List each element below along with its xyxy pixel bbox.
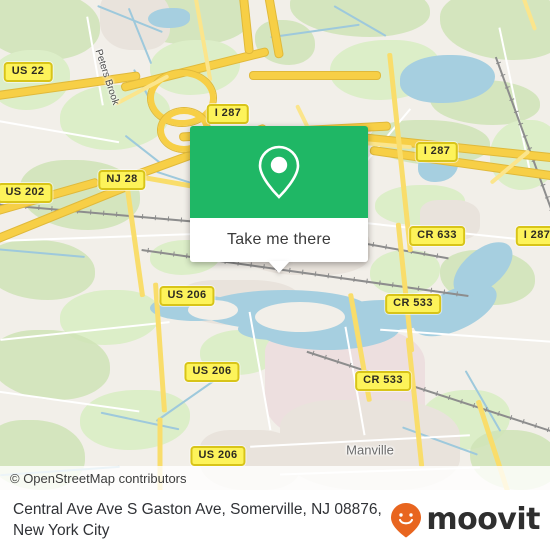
- address-block: Central Ave Ave S Gaston Ave, Somerville…: [0, 499, 413, 541]
- map-canvas[interactable]: US 22 US 202 NJ 28 I 287 I 287 CR 633 I 287 US …: [0, 0, 550, 490]
- destination-popup-card[interactable]: Take me there: [190, 126, 368, 273]
- moovit-map-screenshot: US 22 US 202 NJ 28 I 287 I 287 CR 633 I 287 US …: [0, 0, 550, 550]
- moovit-brand[interactable]: moovit: [390, 502, 540, 538]
- popup-icon-area: [190, 126, 368, 218]
- place-label: Manville: [346, 442, 394, 458]
- popup-action-area[interactable]: Take me there: [190, 218, 368, 273]
- address-line-1: Central Ave Ave S Gaston Ave, Somerville…: [13, 501, 382, 518]
- footer-bar: Central Ave Ave S Gaston Ave, Somerville…: [0, 490, 550, 550]
- moovit-pin-icon: [391, 503, 422, 538]
- water-label: Peters Brook: [92, 48, 121, 107]
- map-pin-icon: [258, 145, 300, 199]
- popup-tail: [268, 261, 290, 273]
- address-line-2: New York City: [13, 522, 110, 539]
- moovit-wordmark: moovit: [426, 502, 540, 537]
- map-attribution-bar[interactable]: © OpenStreetMap contributors: [0, 466, 550, 490]
- attribution-text: © OpenStreetMap contributors: [10, 470, 187, 486]
- take-me-there-label: Take me there: [227, 231, 331, 248]
